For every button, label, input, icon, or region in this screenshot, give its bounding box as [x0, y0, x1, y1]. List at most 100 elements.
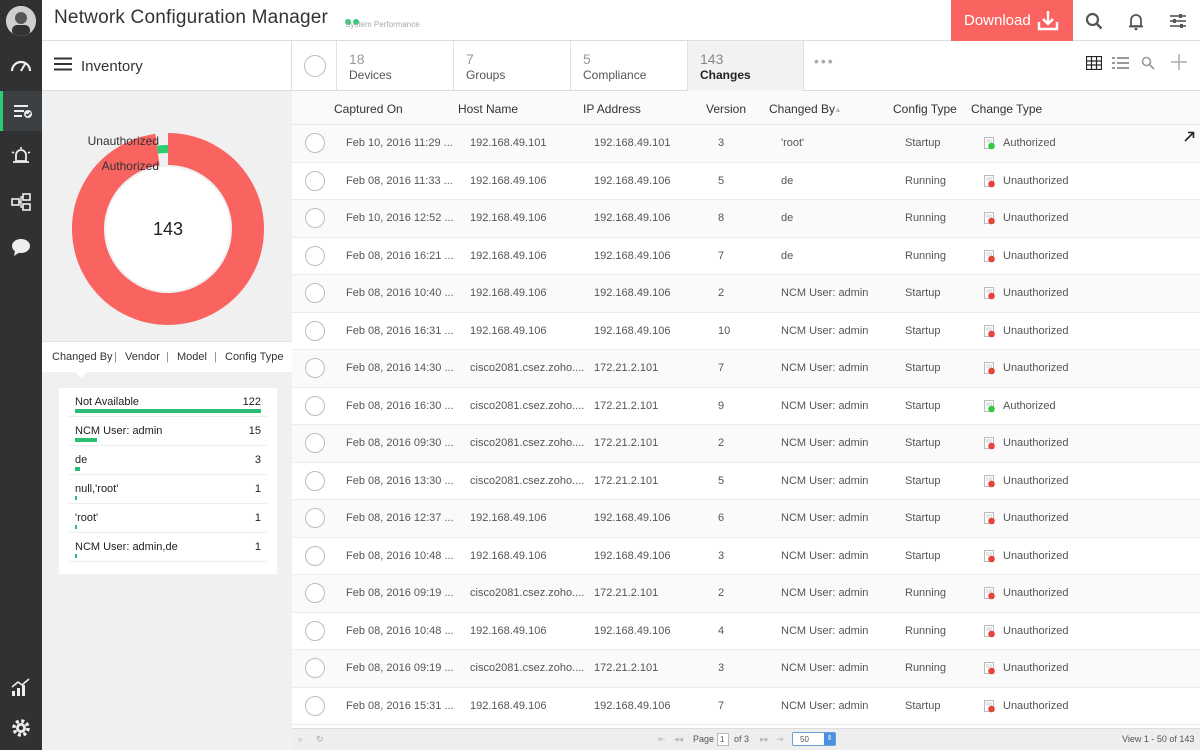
- changed-by-cell: NCM User: admin: [781, 662, 869, 674]
- col-config-type[interactable]: Config Type: [893, 102, 957, 116]
- col-changed-by[interactable]: Changed By: [769, 102, 835, 116]
- changed-by-list-item[interactable]: 'root' 1: [69, 504, 267, 533]
- changed-by-count: 1: [254, 483, 261, 495]
- table-row[interactable]: Feb 08, 2016 10:48 ... 192.168.49.106 192.…: [292, 537, 1200, 575]
- table-row[interactable]: Feb 08, 2016 16:31 ... 192.168.49.106 192.…: [292, 312, 1200, 350]
- notifications-bell-icon[interactable]: [1115, 0, 1157, 41]
- grid-view-icon[interactable]: [1085, 55, 1103, 75]
- changed-by-list-item[interactable]: NCM User: admin,de 1: [69, 533, 267, 562]
- settings-sliders-icon[interactable]: [1157, 0, 1199, 41]
- row-select-checkbox[interactable]: [305, 583, 325, 603]
- settings-icon[interactable]: [0, 708, 42, 748]
- table-row[interactable]: Feb 08, 2016 09:30 ... cisco2081.csez.zoh…: [292, 425, 1200, 463]
- col-ip-address[interactable]: IP Address: [583, 102, 641, 116]
- select-all-checkbox[interactable]: [304, 55, 326, 77]
- changed-by-list-item[interactable]: NCM User: admin 15: [69, 417, 267, 446]
- row-select-checkbox[interactable]: [305, 470, 325, 491]
- prev-page-icon[interactable]: ◂◂: [674, 734, 683, 745]
- table-row[interactable]: Feb 10, 2016 11:29 ... 192.168.49.101 192.…: [292, 125, 1200, 163]
- row-select-checkbox[interactable]: [305, 208, 325, 228]
- ip-address-cell: 172.21.2.101: [594, 474, 659, 487]
- config-type-cell: Startup: [905, 512, 941, 524]
- network-icon[interactable]: [0, 182, 42, 222]
- stat-devices[interactable]: 18 Devices: [336, 41, 453, 91]
- col-change-type[interactable]: Change Type: [971, 102, 1042, 116]
- page-size-select[interactable]: 50 ⇕: [792, 732, 836, 746]
- table-search-icon[interactable]: [1141, 56, 1155, 75]
- expand-arrow-icon[interactable]: [1184, 129, 1195, 147]
- table-row[interactable]: Feb 08, 2016 11:33 ... 192.168.49.106 192.…: [292, 162, 1200, 200]
- row-select-checkbox[interactable]: [305, 620, 325, 641]
- tab-vendor[interactable]: Vendor: [125, 351, 160, 363]
- row-select-checkbox[interactable]: [305, 358, 325, 378]
- chat-icon[interactable]: [0, 227, 42, 267]
- table-row[interactable]: Feb 08, 2016 16:21 ... 192.168.49.106 192.…: [292, 237, 1200, 275]
- inventory-icon[interactable]: [0, 91, 42, 131]
- col-captured-on[interactable]: Captured On: [334, 102, 403, 116]
- stat-changes[interactable]: 143 Changes: [687, 41, 804, 91]
- tab-config-type[interactable]: Config Type: [225, 351, 284, 363]
- last-page-icon[interactable]: ⇥: [776, 734, 784, 745]
- row-select-checkbox[interactable]: [305, 320, 325, 341]
- refresh-icon[interactable]: ↻: [316, 734, 324, 745]
- changed-by-list-item[interactable]: null,'root' 1: [69, 475, 267, 504]
- captured-on-cell: Feb 10, 2016 11:29 ...: [346, 137, 453, 149]
- row-select-checkbox[interactable]: [305, 545, 325, 566]
- captured-on-cell: Feb 08, 2016 13:30 ...: [346, 474, 454, 487]
- changed-by-cell: NCM User: admin: [781, 399, 869, 412]
- user-avatar[interactable]: [6, 6, 36, 36]
- stat-compliance[interactable]: 5 Compliance: [570, 41, 687, 91]
- table-row[interactable]: Feb 10, 2016 12:52 ... 192.168.49.106 192.…: [292, 200, 1200, 238]
- table-row[interactable]: Feb 08, 2016 13:30 ... cisco2081.csez.zoh…: [292, 462, 1200, 500]
- dashboard-icon[interactable]: [0, 45, 42, 85]
- row-select-checkbox[interactable]: [305, 695, 325, 716]
- tab-changed-by[interactable]: Changed By: [52, 351, 113, 363]
- captured-on-cell: Feb 08, 2016 15:31 ...: [346, 699, 454, 712]
- inventory-menu[interactable]: Inventory: [42, 41, 292, 91]
- table-row[interactable]: Feb 08, 2016 16:30 ... cisco2081.csez.zoh…: [292, 387, 1200, 425]
- version-cell: 7: [718, 699, 725, 712]
- table-row[interactable]: Feb 08, 2016 09:19 ... cisco2081.csez.zoh…: [292, 650, 1200, 688]
- config-type-cell: Startup: [905, 437, 941, 449]
- changed-by-list-item[interactable]: de 3: [69, 446, 267, 475]
- change-type-cell: Unauthorized: [1003, 437, 1069, 449]
- tab-model[interactable]: Model: [177, 351, 207, 363]
- changed-by-list-item[interactable]: Not Available 122: [69, 388, 267, 417]
- first-page-icon[interactable]: ⇤: [658, 734, 666, 745]
- row-select-checkbox[interactable]: [305, 133, 325, 153]
- table-row[interactable]: Feb 08, 2016 12:37 ... 192.168.49.106 192.…: [292, 500, 1200, 538]
- hamburger-menu-icon[interactable]: [54, 57, 72, 76]
- ip-address-cell: 172.21.2.101: [594, 587, 659, 599]
- reports-icon[interactable]: [0, 667, 42, 707]
- alarms-icon[interactable]: [0, 136, 42, 176]
- donut-total: 143: [152, 219, 184, 239]
- table-row[interactable]: Feb 08, 2016 10:40 ... 192.168.49.106 192.…: [292, 275, 1200, 313]
- table-row[interactable]: Feb 08, 2016 10:48 ... 192.168.49.106 192.…: [292, 612, 1200, 650]
- row-select-checkbox[interactable]: [305, 395, 325, 416]
- row-select-checkbox[interactable]: [305, 283, 325, 303]
- download-button[interactable]: Download: [951, 0, 1073, 41]
- row-select-checkbox[interactable]: [305, 508, 325, 528]
- stat-groups[interactable]: 7 Groups: [453, 41, 570, 91]
- donut-slice-authorized[interactable]: [156, 145, 169, 154]
- more-options-icon[interactable]: •••: [814, 53, 835, 69]
- version-cell: 3: [718, 549, 725, 562]
- table-row[interactable]: Feb 08, 2016 14:30 ... cisco2081.csez.zoh…: [292, 350, 1200, 388]
- version-cell: 7: [718, 249, 725, 262]
- list-view-icon[interactable]: [1112, 56, 1129, 75]
- search-footer-icon[interactable]: ⌕: [298, 734, 303, 745]
- row-select-checkbox[interactable]: [305, 245, 325, 266]
- row-select-checkbox[interactable]: [305, 170, 325, 191]
- search-icon[interactable]: [1073, 0, 1115, 41]
- col-host-name[interactable]: Host Name: [458, 102, 518, 116]
- next-page-icon[interactable]: ▸▸: [760, 734, 769, 745]
- page-input[interactable]: 1: [717, 733, 729, 746]
- row-select-checkbox[interactable]: [305, 658, 325, 678]
- table-row[interactable]: Feb 08, 2016 15:31 ... 192.168.49.106 192.…: [292, 687, 1200, 725]
- table-row[interactable]: Feb 08, 2016 09:19 ... cisco2081.csez.zoh…: [292, 575, 1200, 613]
- sort-asc-icon[interactable]: ▲: [834, 105, 842, 114]
- changed-by-bar: [75, 409, 261, 413]
- row-select-checkbox[interactable]: [305, 433, 325, 453]
- add-icon[interactable]: [1170, 53, 1188, 76]
- col-version[interactable]: Version: [706, 102, 746, 116]
